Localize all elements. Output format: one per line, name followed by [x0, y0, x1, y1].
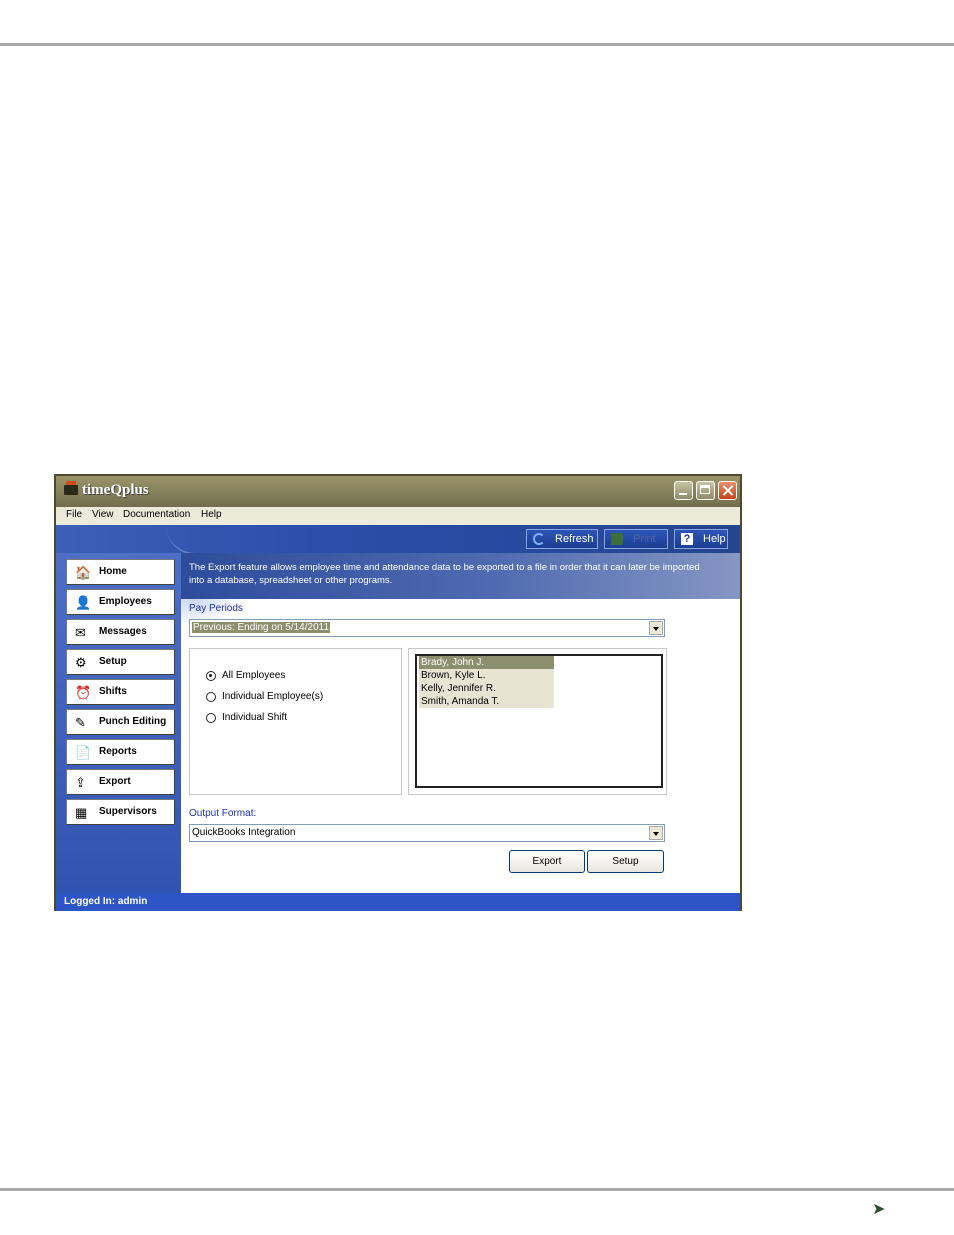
sidebar-item-label: Shifts — [99, 686, 127, 697]
next-page-arrow-icon[interactable]: ➤ — [872, 1199, 885, 1219]
sidebar-item-employees[interactable]: 👤 Employees — [66, 589, 175, 615]
list-item[interactable]: Smith, Amanda T. — [419, 695, 554, 708]
employees-icon: 👤 — [75, 595, 92, 610]
toolbar: Refresh Print ? Help — [56, 525, 740, 555]
window-title: timeQplus — [82, 482, 149, 498]
minimize-button[interactable] — [674, 481, 693, 500]
employee-listbox[interactable]: Brady, John J. Brown, Kyle L. Kelly, Jen… — [415, 654, 663, 788]
chevron-down-icon[interactable] — [649, 621, 663, 635]
print-button[interactable]: Print — [604, 529, 668, 549]
list-item[interactable]: Brady, John J. — [419, 656, 554, 669]
help-label: Help — [703, 533, 726, 545]
messages-icon: ✉ — [75, 625, 86, 640]
menu-bar: File View Documentation Help — [56, 507, 740, 525]
sidebar-item-messages[interactable]: ✉ Messages — [66, 619, 175, 645]
list-item[interactable]: Brown, Kyle L. — [419, 669, 554, 682]
sidebar-item-label: Home — [99, 566, 127, 577]
sidebar-item-reports[interactable]: 📄 Reports — [66, 739, 175, 765]
sidebar-item-label: Punch Editing — [99, 716, 167, 727]
reports-icon: 📄 — [75, 745, 92, 760]
sidebar: 🏠 Home 👤 Employees ✉ Messages ⚙ Setup ⏰ … — [56, 553, 181, 893]
radio-button[interactable] — [206, 713, 216, 723]
app-window: timeQplus File View Documentation Help R… — [54, 474, 742, 911]
output-format-value: QuickBooks Integration — [192, 827, 296, 838]
sidebar-item-export[interactable]: ⇪ Export — [66, 769, 175, 795]
setup-button[interactable]: Setup — [587, 850, 664, 873]
help-button[interactable]: ? Help — [674, 529, 728, 549]
setup-icon: ⚙ — [75, 655, 87, 670]
sidebar-item-home[interactable]: 🏠 Home — [66, 559, 175, 585]
pay-period-value: Previous: Ending on 5/14/2011 — [192, 622, 331, 633]
employee-scope-group: All Employees Individual Employee(s) Ind… — [189, 648, 402, 795]
radio-label: All Employees — [222, 670, 286, 681]
sidebar-item-label: Reports — [99, 746, 137, 757]
logged-in-status: Logged In: admin — [64, 896, 148, 907]
export-description: The Export feature allows employee time … — [189, 562, 700, 586]
radio-label: Individual Employee(s) — [222, 691, 324, 702]
sidebar-item-label: Messages — [99, 626, 147, 637]
print-icon — [611, 533, 623, 545]
list-item[interactable]: Kelly, Jennifer R. — [419, 682, 554, 695]
description-banner: The Export feature allows employee time … — [181, 553, 740, 599]
bottom-rule — [0, 1188, 954, 1191]
help-icon: ? — [681, 533, 693, 545]
refresh-icon — [533, 533, 545, 545]
radio-button[interactable] — [206, 692, 216, 702]
menu-file[interactable]: File — [66, 509, 82, 520]
maximize-button[interactable] — [696, 481, 715, 500]
sidebar-item-label: Supervisors — [99, 806, 157, 817]
title-bar[interactable]: timeQplus — [56, 476, 740, 507]
sidebar-item-label: Export — [99, 776, 131, 787]
sidebar-item-supervisors[interactable]: ▦ Supervisors — [66, 799, 175, 825]
refresh-button[interactable]: Refresh — [526, 529, 598, 549]
menu-help[interactable]: Help — [201, 509, 222, 520]
pay-periods-label: Pay Periods — [189, 603, 243, 614]
close-button[interactable] — [718, 481, 737, 500]
sidebar-item-shifts[interactable]: ⏰ Shifts — [66, 679, 175, 705]
sidebar-item-setup[interactable]: ⚙ Setup — [66, 649, 175, 675]
print-label: Print — [633, 533, 656, 545]
menu-documentation[interactable]: Documentation — [123, 509, 190, 520]
refresh-label: Refresh — [555, 533, 594, 545]
toolbar-decoration — [166, 525, 236, 555]
supervisors-icon: ▦ — [75, 805, 88, 820]
output-format-select[interactable]: QuickBooks Integration — [189, 824, 665, 842]
export-panel: The Export feature allows employee time … — [181, 553, 740, 893]
status-bar: Logged In: admin — [56, 893, 740, 911]
sidebar-item-label: Employees — [99, 596, 152, 607]
chevron-down-icon[interactable] — [649, 826, 663, 840]
home-icon: 🏠 — [75, 565, 92, 580]
sidebar-item-label: Setup — [99, 656, 127, 667]
app-icon — [64, 481, 78, 495]
shifts-icon: ⏰ — [75, 685, 92, 700]
output-format-label: Output Format: — [189, 808, 257, 819]
pay-period-select[interactable]: Previous: Ending on 5/14/2011 — [189, 619, 665, 637]
sidebar-item-punch-editing[interactable]: ✎ Punch Editing — [66, 709, 175, 735]
export-button[interactable]: Export — [509, 850, 585, 873]
employee-list-group: Brady, John J. Brown, Kyle L. Kelly, Jen… — [408, 648, 667, 795]
top-rule — [0, 43, 954, 46]
menu-view[interactable]: View — [92, 509, 114, 520]
export-icon: ⇪ — [75, 775, 86, 790]
radio-label: Individual Shift — [222, 712, 288, 723]
punch-editing-icon: ✎ — [75, 715, 86, 730]
radio-button[interactable] — [206, 671, 216, 681]
